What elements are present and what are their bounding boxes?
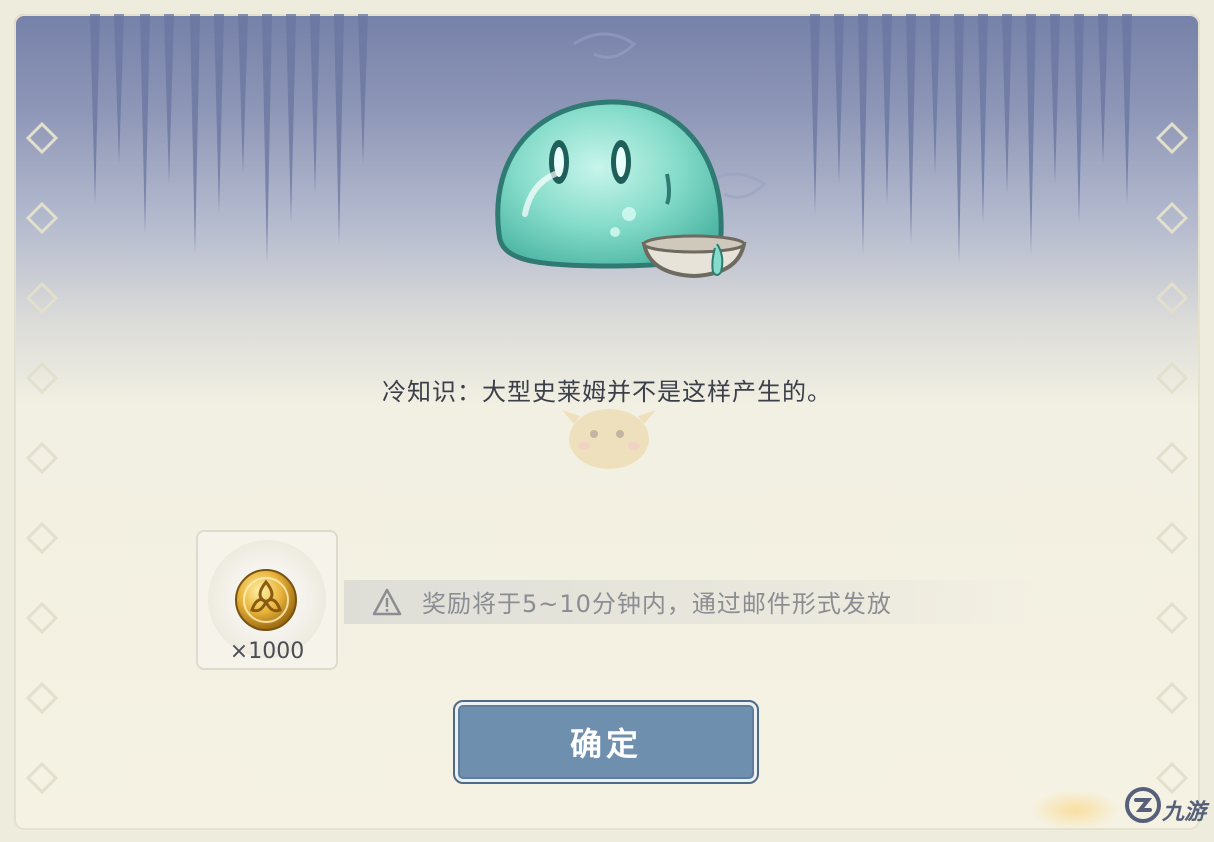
dialog-frame: 冷知识：大型史莱姆并不是这样产生的。 ×1000 奖励将于5~10分钟内，通过邮… bbox=[0, 0, 1214, 842]
mora-coin-icon bbox=[235, 569, 297, 631]
corner-glow-decoration bbox=[1030, 790, 1120, 830]
confirm-button[interactable]: 确定 bbox=[453, 700, 759, 784]
notice-text: 奖励将于5~10分钟内，通过邮件形式发放 bbox=[422, 590, 892, 618]
slime-illustration bbox=[495, 99, 747, 279]
trivia-text: 冷知识：大型史莱姆并不是这样产生的。 bbox=[382, 378, 832, 406]
watermark-text: 九游 bbox=[1162, 800, 1207, 825]
warning-triangle-icon bbox=[372, 588, 402, 616]
reward-quantity: ×1000 bbox=[229, 639, 305, 664]
reward-item-card[interactable]: ×1000 bbox=[196, 530, 338, 670]
